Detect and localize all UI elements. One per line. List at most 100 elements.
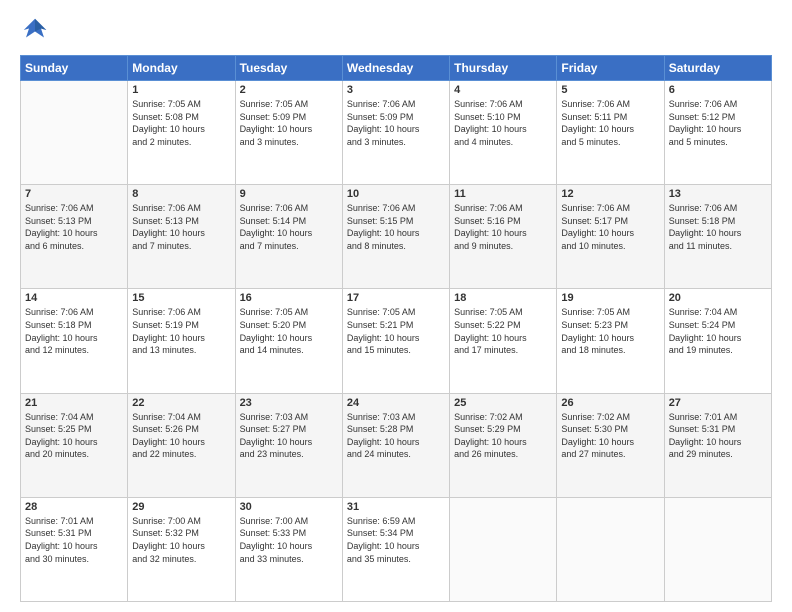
day-info: Sunrise: 7:03 AM Sunset: 5:28 PM Dayligh… (347, 411, 445, 461)
calendar-cell: 4 Sunrise: 7:06 AM Sunset: 5:10 PM Daylig… (450, 81, 557, 185)
day-header-monday: Monday (128, 56, 235, 81)
calendar-cell: 12Sunrise: 7:06 AM Sunset: 5:17 PM Dayli… (557, 185, 664, 289)
day-number: 19 (561, 292, 659, 304)
day-number: 29 (132, 501, 230, 513)
calendar-cell (557, 497, 664, 601)
calendar-cell: 5Sunrise: 7:06 AM Sunset: 5:11 PM Daylig… (557, 81, 664, 185)
day-number: 8 (132, 188, 230, 200)
day-info: Sunrise: 7:02 AM Sunset: 5:30 PM Dayligh… (561, 411, 659, 461)
day-number: 2 (240, 84, 338, 96)
day-info: Sunrise: 7:06 AM Sunset: 5:13 PM Dayligh… (132, 202, 230, 252)
calendar-cell (664, 497, 771, 601)
day-number: 4 (454, 84, 552, 96)
day-number: 7 (25, 188, 123, 200)
day-header-thursday: Thursday (450, 56, 557, 81)
calendar-cell: 15 Sunrise: 7:06 AM Sunset: 5:19 PM Dayli… (128, 289, 235, 393)
day-info: Sunrise: 7:05 AM Sunset: 5:23 PM Dayligh… (561, 306, 659, 356)
day-number: 6 (669, 84, 767, 96)
day-info: Sunrise: 7:06 AM Sunset: 5:19 PM Dayligh… (132, 306, 230, 356)
day-number: 27 (669, 397, 767, 409)
day-number: 3 (347, 84, 445, 96)
day-info: Sunrise: 7:05 AM Sunset: 5:09 PM Dayligh… (240, 98, 338, 148)
day-number: 20 (669, 292, 767, 304)
calendar-cell (21, 81, 128, 185)
calendar-cell: 13 Sunrise: 7:06 AM Sunset: 5:18 PM Dayli… (664, 185, 771, 289)
page: SundayMondayTuesdayWednesdayThursdayFrid… (0, 0, 792, 612)
day-info: Sunrise: 7:06 AM Sunset: 5:18 PM Dayligh… (669, 202, 767, 252)
calendar-cell: 21 Sunrise: 7:04 AM Sunset: 5:25 PM Dayli… (21, 393, 128, 497)
calendar-cell: 9Sunrise: 7:06 AM Sunset: 5:14 PM Daylig… (235, 185, 342, 289)
calendar-cell: 30 Sunrise: 7:00 AM Sunset: 5:33 PM Dayli… (235, 497, 342, 601)
day-number: 16 (240, 292, 338, 304)
day-info: Sunrise: 7:06 AM Sunset: 5:13 PM Dayligh… (25, 202, 123, 252)
day-number: 26 (561, 397, 659, 409)
day-info: Sunrise: 7:05 AM Sunset: 5:20 PM Dayligh… (240, 306, 338, 356)
header (20, 15, 772, 45)
day-number: 15 (132, 292, 230, 304)
day-info: Sunrise: 7:05 AM Sunset: 5:08 PM Dayligh… (132, 98, 230, 148)
day-info: Sunrise: 7:06 AM Sunset: 5:18 PM Dayligh… (25, 306, 123, 356)
calendar-cell: 28 Sunrise: 7:01 AM Sunset: 5:31 PM Dayli… (21, 497, 128, 601)
day-number: 10 (347, 188, 445, 200)
day-info: Sunrise: 7:06 AM Sunset: 5:14 PM Dayligh… (240, 202, 338, 252)
calendar-cell: 31 Sunrise: 6:59 AM Sunset: 5:34 PM Dayli… (342, 497, 449, 601)
calendar-table: SundayMondayTuesdayWednesdayThursdayFrid… (20, 55, 772, 602)
day-info: Sunrise: 7:01 AM Sunset: 5:31 PM Dayligh… (25, 515, 123, 565)
day-number: 14 (25, 292, 123, 304)
day-header-tuesday: Tuesday (235, 56, 342, 81)
day-number: 28 (25, 501, 123, 513)
week-row-2: 7 Sunrise: 7:06 AM Sunset: 5:13 PM Daylig… (21, 185, 772, 289)
day-number: 12 (561, 188, 659, 200)
day-header-friday: Friday (557, 56, 664, 81)
day-number: 17 (347, 292, 445, 304)
day-number: 30 (240, 501, 338, 513)
day-info: Sunrise: 7:05 AM Sunset: 5:22 PM Dayligh… (454, 306, 552, 356)
day-number: 25 (454, 397, 552, 409)
day-number: 31 (347, 501, 445, 513)
calendar-cell: 29 Sunrise: 7:00 AM Sunset: 5:32 PM Dayli… (128, 497, 235, 601)
week-row-5: 28 Sunrise: 7:01 AM Sunset: 5:31 PM Dayli… (21, 497, 772, 601)
day-info: Sunrise: 7:04 AM Sunset: 5:25 PM Dayligh… (25, 411, 123, 461)
day-header-saturday: Saturday (664, 56, 771, 81)
day-info: Sunrise: 7:00 AM Sunset: 5:33 PM Dayligh… (240, 515, 338, 565)
logo-icon (20, 15, 50, 45)
calendar-cell: 19 Sunrise: 7:05 AM Sunset: 5:23 PM Dayli… (557, 289, 664, 393)
week-row-1: 1Sunrise: 7:05 AM Sunset: 5:08 PM Daylig… (21, 81, 772, 185)
calendar-cell: 6Sunrise: 7:06 AM Sunset: 5:12 PM Daylig… (664, 81, 771, 185)
calendar-cell: 16 Sunrise: 7:05 AM Sunset: 5:20 PM Dayli… (235, 289, 342, 393)
day-number: 24 (347, 397, 445, 409)
day-info: Sunrise: 6:59 AM Sunset: 5:34 PM Dayligh… (347, 515, 445, 565)
calendar-cell: 26 Sunrise: 7:02 AM Sunset: 5:30 PM Dayli… (557, 393, 664, 497)
calendar-cell: 10 Sunrise: 7:06 AM Sunset: 5:15 PM Dayli… (342, 185, 449, 289)
calendar-cell: 20Sunrise: 7:04 AM Sunset: 5:24 PM Dayli… (664, 289, 771, 393)
day-header-wednesday: Wednesday (342, 56, 449, 81)
calendar-cell: 23Sunrise: 7:03 AM Sunset: 5:27 PM Dayli… (235, 393, 342, 497)
header-row: SundayMondayTuesdayWednesdayThursdayFrid… (21, 56, 772, 81)
calendar-cell: 17 Sunrise: 7:05 AM Sunset: 5:21 PM Dayli… (342, 289, 449, 393)
day-info: Sunrise: 7:06 AM Sunset: 5:15 PM Dayligh… (347, 202, 445, 252)
day-info: Sunrise: 7:06 AM Sunset: 5:10 PM Dayligh… (454, 98, 552, 148)
calendar-cell (450, 497, 557, 601)
calendar-cell: 7 Sunrise: 7:06 AM Sunset: 5:13 PM Daylig… (21, 185, 128, 289)
calendar-cell: 18 Sunrise: 7:05 AM Sunset: 5:22 PM Dayli… (450, 289, 557, 393)
day-info: Sunrise: 7:00 AM Sunset: 5:32 PM Dayligh… (132, 515, 230, 565)
day-info: Sunrise: 7:04 AM Sunset: 5:26 PM Dayligh… (132, 411, 230, 461)
day-number: 21 (25, 397, 123, 409)
calendar-cell: 27 Sunrise: 7:01 AM Sunset: 5:31 PM Dayli… (664, 393, 771, 497)
day-number: 13 (669, 188, 767, 200)
day-info: Sunrise: 7:05 AM Sunset: 5:21 PM Dayligh… (347, 306, 445, 356)
calendar-cell: 14 Sunrise: 7:06 AM Sunset: 5:18 PM Dayli… (21, 289, 128, 393)
day-number: 22 (132, 397, 230, 409)
week-row-3: 14 Sunrise: 7:06 AM Sunset: 5:18 PM Dayli… (21, 289, 772, 393)
calendar-cell: 22 Sunrise: 7:04 AM Sunset: 5:26 PM Dayli… (128, 393, 235, 497)
calendar-cell: 3 Sunrise: 7:06 AM Sunset: 5:09 PM Daylig… (342, 81, 449, 185)
day-header-sunday: Sunday (21, 56, 128, 81)
day-number: 18 (454, 292, 552, 304)
calendar-cell: 2 Sunrise: 7:05 AM Sunset: 5:09 PM Daylig… (235, 81, 342, 185)
day-info: Sunrise: 7:06 AM Sunset: 5:09 PM Dayligh… (347, 98, 445, 148)
day-info: Sunrise: 7:03 AM Sunset: 5:27 PM Dayligh… (240, 411, 338, 461)
day-info: Sunrise: 7:06 AM Sunset: 5:11 PM Dayligh… (561, 98, 659, 148)
day-info: Sunrise: 7:02 AM Sunset: 5:29 PM Dayligh… (454, 411, 552, 461)
week-row-4: 21 Sunrise: 7:04 AM Sunset: 5:25 PM Dayli… (21, 393, 772, 497)
day-info: Sunrise: 7:01 AM Sunset: 5:31 PM Dayligh… (669, 411, 767, 461)
